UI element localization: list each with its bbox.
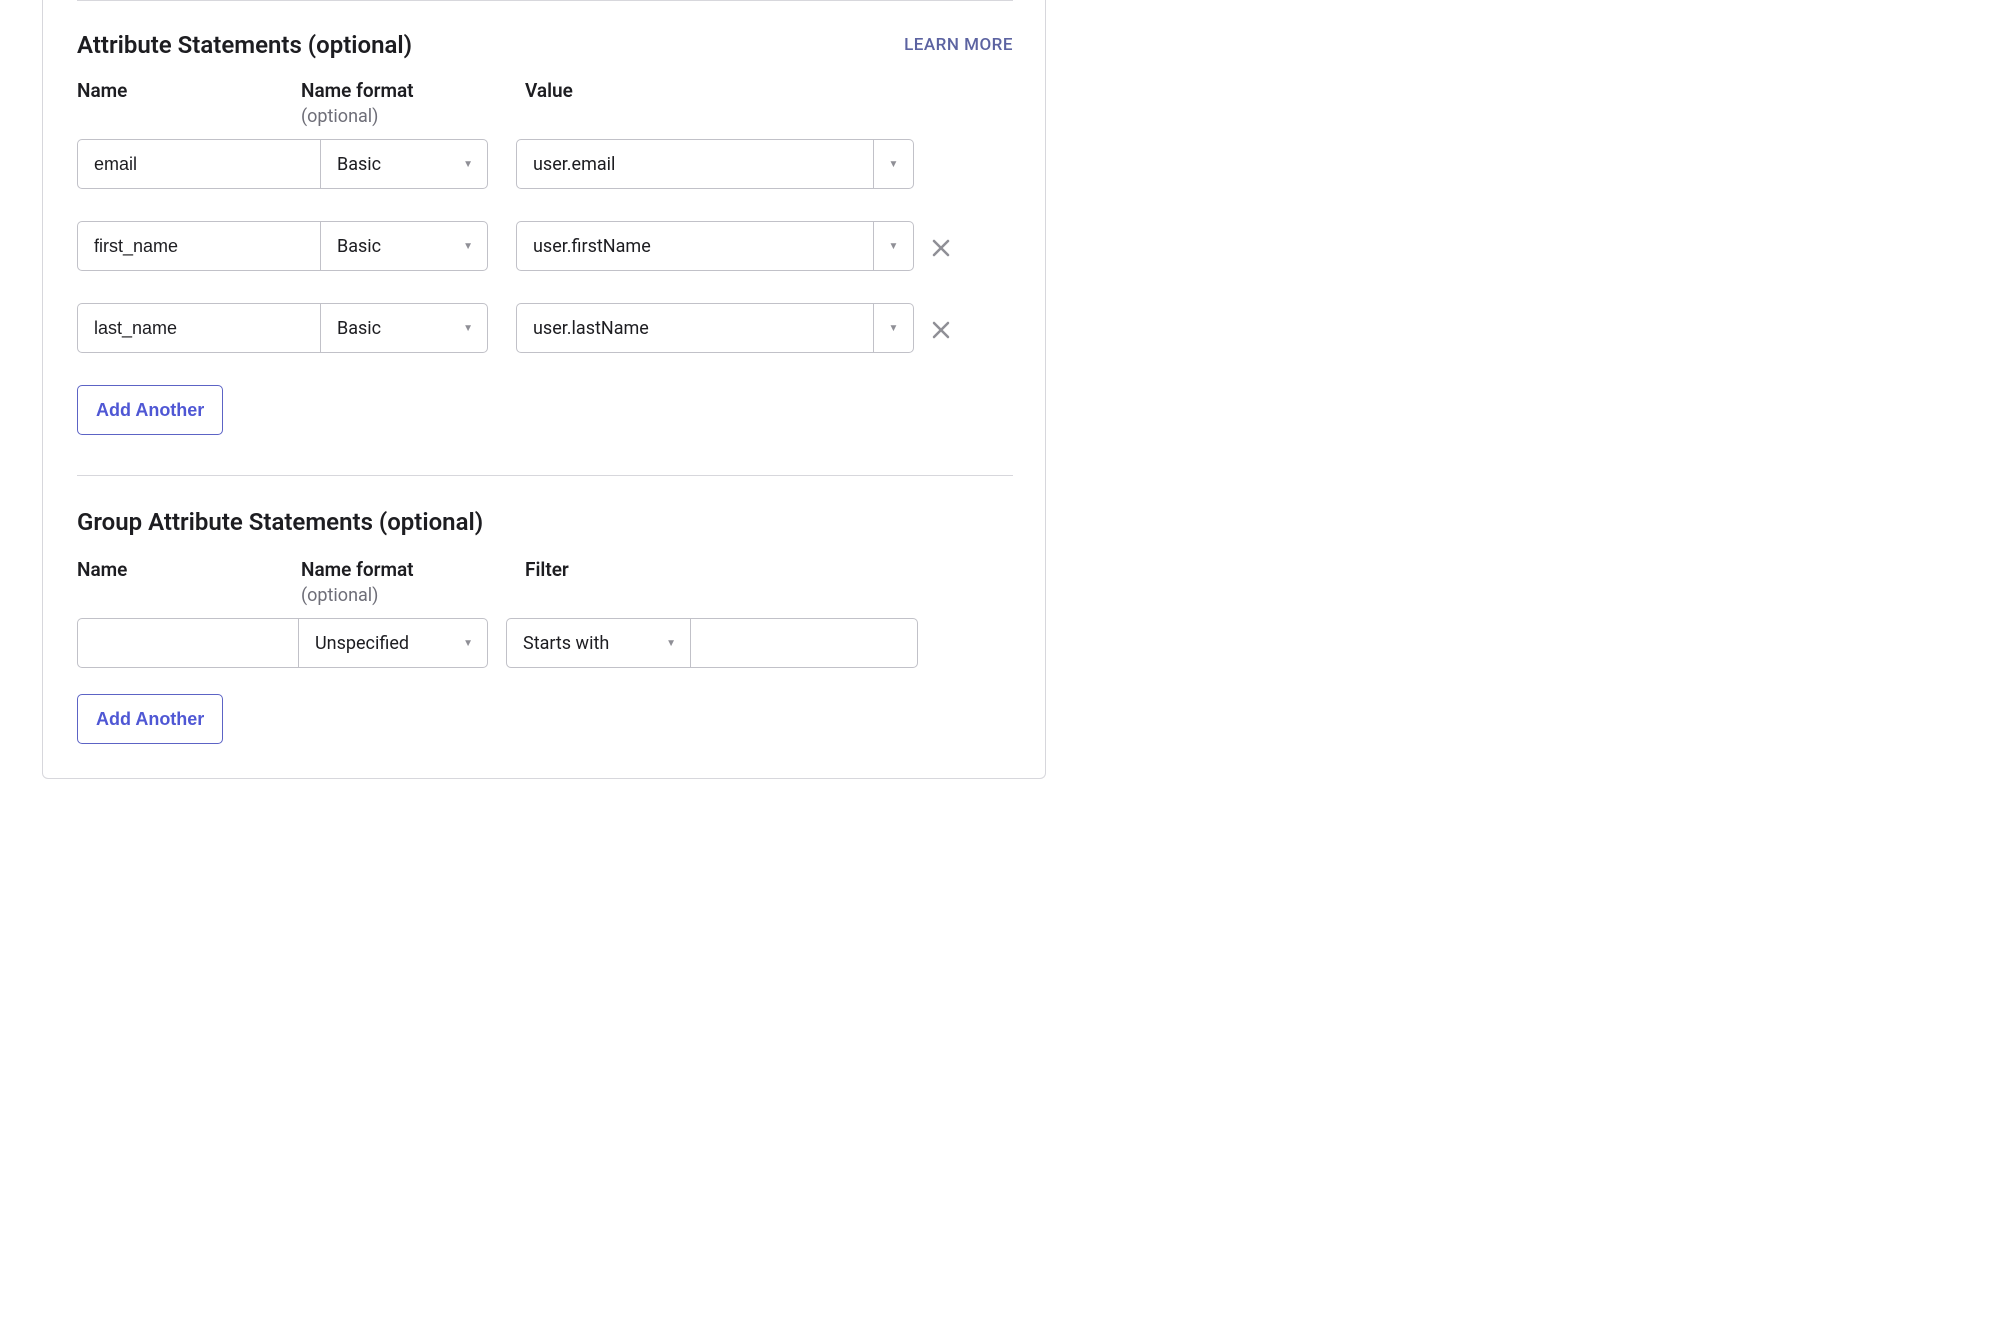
chevron-down-icon: ▼ [463, 241, 473, 252]
settings-panel: Attribute Statements (optional) LEARN MO… [42, 0, 1046, 779]
attribute-value-select[interactable]: user.lastName [516, 303, 874, 353]
header-name-format-sub: (optional) [301, 106, 525, 127]
attribute-value-text: user.lastName [533, 318, 649, 339]
top-divider [77, 0, 1013, 1]
group-header-name-format-sub: (optional) [301, 585, 525, 606]
group-filter-type-value: Starts with [523, 633, 609, 654]
attribute-format-value: Basic [337, 154, 381, 175]
header-name: Name [77, 79, 301, 102]
remove-row-button[interactable] [932, 231, 950, 262]
group-format-select[interactable]: Unspecified ▼ [298, 618, 488, 668]
attribute-row: Basic ▼ user.email ▼ [77, 139, 1013, 189]
section-divider [77, 475, 1013, 476]
chevron-down-icon: ▼ [666, 638, 676, 649]
chevron-down-icon: ▼ [889, 241, 899, 252]
learn-more-link[interactable]: LEARN MORE [904, 35, 1013, 55]
group-table-headers: Name Name format (optional) Filter [77, 558, 1013, 606]
group-attribute-statements-title: Group Attribute Statements (optional) [77, 508, 1013, 536]
attribute-statements-title: Attribute Statements (optional) [77, 31, 412, 59]
group-filter-value-input[interactable] [691, 618, 918, 668]
group-filter-type-select[interactable]: Starts with ▼ [506, 618, 691, 668]
attribute-row: Basic ▼ user.firstName ▼ [77, 221, 1013, 271]
chevron-down-icon: ▼ [889, 323, 899, 334]
attribute-value-text: user.firstName [533, 236, 651, 257]
add-another-group-button[interactable]: Add Another [77, 694, 223, 744]
attribute-name-input[interactable] [77, 303, 320, 353]
attribute-format-value: Basic [337, 236, 381, 257]
chevron-down-icon: ▼ [463, 323, 473, 334]
group-format-value: Unspecified [315, 633, 409, 654]
attribute-value-dropdown-button[interactable]: ▼ [874, 221, 914, 271]
close-icon [932, 321, 950, 339]
close-icon [932, 239, 950, 257]
group-header-name: Name [77, 558, 301, 581]
attribute-format-select[interactable]: Basic ▼ [320, 139, 488, 189]
attribute-format-select[interactable]: Basic ▼ [320, 303, 488, 353]
chevron-down-icon: ▼ [889, 159, 899, 170]
group-header-filter: Filter [525, 558, 925, 581]
group-attribute-row: Unspecified ▼ Starts with ▼ [77, 618, 1013, 668]
group-header-name-format: Name format [301, 558, 525, 581]
chevron-down-icon: ▼ [463, 159, 473, 170]
header-value: Value [525, 79, 925, 102]
attribute-row: Basic ▼ user.lastName ▼ [77, 303, 1013, 353]
attribute-value-dropdown-button[interactable]: ▼ [874, 139, 914, 189]
group-name-input[interactable] [77, 618, 298, 668]
attribute-name-input[interactable] [77, 139, 320, 189]
header-name-format: Name format [301, 79, 525, 102]
attribute-name-input[interactable] [77, 221, 320, 271]
add-another-attribute-button[interactable]: Add Another [77, 385, 223, 435]
attribute-format-value: Basic [337, 318, 381, 339]
chevron-down-icon: ▼ [463, 638, 473, 649]
remove-row-button[interactable] [932, 313, 950, 344]
attribute-value-dropdown-button[interactable]: ▼ [874, 303, 914, 353]
attribute-format-select[interactable]: Basic ▼ [320, 221, 488, 271]
attribute-value-text: user.email [533, 154, 615, 175]
attribute-table-headers: Name Name format (optional) Value [77, 79, 1013, 127]
attribute-value-select[interactable]: user.firstName [516, 221, 874, 271]
attribute-statements-header: Attribute Statements (optional) LEARN MO… [77, 31, 1013, 59]
attribute-value-select[interactable]: user.email [516, 139, 874, 189]
